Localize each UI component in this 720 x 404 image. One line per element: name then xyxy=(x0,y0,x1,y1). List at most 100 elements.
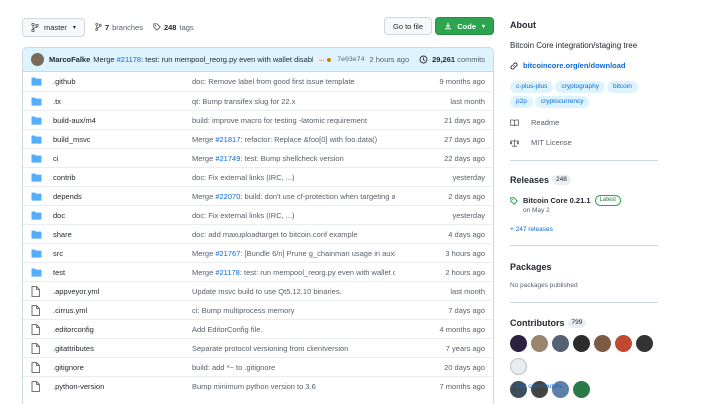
contributor-avatar[interactable] xyxy=(636,335,653,352)
file-commit-message[interactable]: doc: add maxuploadtarget to bitcoin.conf… xyxy=(192,230,395,239)
commits-link[interactable]: 29,261 commits xyxy=(419,55,485,64)
file-row[interactable]: contrib doc: Fix external links (IRC, ...… xyxy=(23,167,493,186)
file-name-link[interactable]: .appveyor.yml xyxy=(53,287,192,296)
file-commit-message[interactable]: Merge #21178: test: run mempool_reorg.py… xyxy=(192,268,395,277)
contributor-avatar[interactable] xyxy=(552,335,569,352)
contributor-avatar[interactable] xyxy=(531,335,548,352)
file-name-link[interactable]: contrib xyxy=(53,173,192,182)
file-name-link[interactable]: .tx xyxy=(53,97,192,106)
code-button[interactable]: Code ▾ xyxy=(435,17,494,35)
go-to-file-button[interactable]: Go to file xyxy=(383,17,432,35)
file-row[interactable]: .appveyor.yml Update msvc build to use Qt… xyxy=(23,281,493,300)
branch-select-button[interactable]: master ▾ xyxy=(22,17,85,37)
status-dot-icon[interactable] xyxy=(327,57,332,62)
packages-heading[interactable]: Packages xyxy=(510,262,552,272)
contributor-avatar[interactable] xyxy=(573,335,590,352)
file-commit-message[interactable]: doc: Fix external links (IRC, ...) xyxy=(192,173,395,182)
topic-tag[interactable]: p2p xyxy=(510,96,533,108)
file-commit-message[interactable]: doc: Remove label from good first issue … xyxy=(192,77,395,86)
file-row[interactable]: src Merge #21767: [Bundle 6/n] Prune g_ch… xyxy=(23,243,493,262)
file-name-link[interactable]: .cirrus.yml xyxy=(53,306,192,315)
file-commit-message[interactable]: Merge #22070: build: don't use cf-protec… xyxy=(192,192,395,201)
releases-heading[interactable]: Releases 248 xyxy=(510,175,571,185)
website-url: bitcoincore.org/en/download xyxy=(523,61,626,70)
file-row[interactable]: .cirrus.yml ci: Bump multiprocess memory 7… xyxy=(23,300,493,319)
commit-pr-link[interactable]: #21178 xyxy=(215,268,239,277)
file-row[interactable]: .editorconfig Add EditorConfig file. 4 mon… xyxy=(23,319,493,338)
avatar[interactable] xyxy=(31,53,44,66)
file-commit-message[interactable]: Merge #21767: [Bundle 6/n] Prune g_chain… xyxy=(192,249,395,258)
file-name-link[interactable]: share xyxy=(53,230,192,239)
topic-tag[interactable]: c-plus-plus xyxy=(510,81,554,93)
file-row[interactable]: test Merge #21178: test: run mempool_reor… xyxy=(23,262,493,281)
file-commit-message[interactable]: ci: Bump multiprocess memory xyxy=(192,306,395,315)
file-row[interactable]: doc doc: Fix external links (IRC, ...) yes… xyxy=(23,205,493,224)
file-commit-message[interactable]: doc: Fix external links (IRC, ...) xyxy=(192,211,395,220)
topic-tag[interactable]: cryptography xyxy=(555,81,606,93)
expand-commit-button[interactable]: ... xyxy=(316,55,328,64)
branches-link[interactable]: 7 branches xyxy=(95,23,143,32)
file-name-link[interactable]: .gitignore xyxy=(53,363,192,372)
more-contributors-link[interactable]: + 788 contributors xyxy=(510,383,562,390)
latest-release[interactable]: Bitcoin Core 0.21.1 Latest xyxy=(510,195,621,206)
file-row[interactable]: build_msvc Merge #21817: refactor: Replac… xyxy=(23,129,493,148)
folder-icon xyxy=(31,135,43,144)
website-link[interactable]: bitcoincore.org/en/download xyxy=(510,61,626,70)
commit-pr-link[interactable]: #22070 xyxy=(215,192,240,201)
file-row[interactable]: .gitattributes Separate protocol versioni… xyxy=(23,338,493,357)
contributor-avatar[interactable] xyxy=(573,381,590,398)
file-row[interactable]: .python-version Bump minimum python versi… xyxy=(23,376,493,395)
file-commit-message[interactable]: Bump minimum python version to 3.6 xyxy=(192,382,395,391)
file-commit-message[interactable]: Separate protocol versioning from client… xyxy=(192,344,395,353)
file-name-link[interactable]: ci xyxy=(53,154,192,163)
file-name-link[interactable]: depends xyxy=(53,192,192,201)
file-row[interactable]: share doc: add maxuploadtarget to bitcoin… xyxy=(23,224,493,243)
license-link[interactable]: MIT License xyxy=(510,138,572,147)
file-row[interactable]: .gitignore build: add *~ to .gitignore 20 … xyxy=(23,357,493,376)
file-row[interactable]: .github doc: Remove label from good first… xyxy=(23,72,493,91)
commit-sha[interactable]: 7e03e74 xyxy=(337,56,364,63)
file-row[interactable]: depends Merge #22070: build: don't use cf… xyxy=(23,186,493,205)
commit-pr-link[interactable]: #21817 xyxy=(215,135,240,144)
file-commit-message[interactable]: Update msvc build to use Qt5.12.10 binar… xyxy=(192,287,395,296)
file-name-link[interactable]: .python-version xyxy=(53,382,192,391)
file-commit-message[interactable]: qt: Bump transifex slug for 22.x xyxy=(192,97,395,106)
file-commit-message[interactable]: Add EditorConfig file. xyxy=(192,325,395,334)
file-commit-age: 3 hours ago xyxy=(445,248,485,258)
file-commit-message[interactable]: Merge #21817: refactor: Replace &foo[0] … xyxy=(192,135,395,144)
file-commit-age: 20 days ago xyxy=(444,362,485,372)
file-commit-age: 4 months ago xyxy=(439,324,485,334)
contributor-avatar[interactable] xyxy=(594,335,611,352)
branch-icon xyxy=(95,23,102,31)
file-commit-message[interactable]: build: add *~ to .gitignore xyxy=(192,363,395,372)
file-name-link[interactable]: test xyxy=(53,268,192,277)
file-commit-message[interactable]: build: improve macro for testing -latomi… xyxy=(192,116,395,125)
file-name-link[interactable]: doc xyxy=(53,211,192,220)
topic-tag[interactable]: cryptocurrency xyxy=(534,96,590,108)
commit-pr-link[interactable]: #21767 xyxy=(215,249,240,258)
commit-time: 2 hours ago xyxy=(369,55,410,64)
branch-name: master xyxy=(44,22,67,32)
contributors-heading[interactable]: Contributors 799 xyxy=(510,318,587,328)
file-row[interactable]: .tx qt: Bump transifex slug for 22.x last … xyxy=(23,91,493,110)
contributor-avatar[interactable] xyxy=(510,358,527,375)
file-name-link[interactable]: .github xyxy=(53,77,192,86)
topic-tag[interactable]: bitcoin xyxy=(607,81,638,93)
more-releases-link[interactable]: + 247 releases xyxy=(510,226,553,233)
file-row[interactable]: ci Merge #21749: test: Bump shellcheck ve… xyxy=(23,148,493,167)
contributor-avatar[interactable] xyxy=(615,335,632,352)
file-name-link[interactable]: src xyxy=(53,249,192,258)
file-commit-age: last month xyxy=(450,96,485,106)
file-name-link[interactable]: .editorconfig xyxy=(53,325,192,334)
commit-pr-link[interactable]: #21178 xyxy=(117,55,141,64)
contributor-avatar[interactable] xyxy=(510,335,527,352)
file-name-link[interactable]: build_msvc xyxy=(53,135,192,144)
commit-author[interactable]: MarcoFalke xyxy=(49,55,90,64)
file-commit-message[interactable]: Merge #21749: test: Bump shellcheck vers… xyxy=(192,154,395,163)
commit-pr-link[interactable]: #21749 xyxy=(215,154,240,163)
file-row[interactable]: build-aux/m4 build: improve macro for tes… xyxy=(23,110,493,129)
file-name-link[interactable]: .gitattributes xyxy=(53,344,192,353)
file-name-link[interactable]: build-aux/m4 xyxy=(53,116,192,125)
tags-link[interactable]: 248 tags xyxy=(153,23,194,32)
readme-link[interactable]: Readme xyxy=(510,118,559,127)
